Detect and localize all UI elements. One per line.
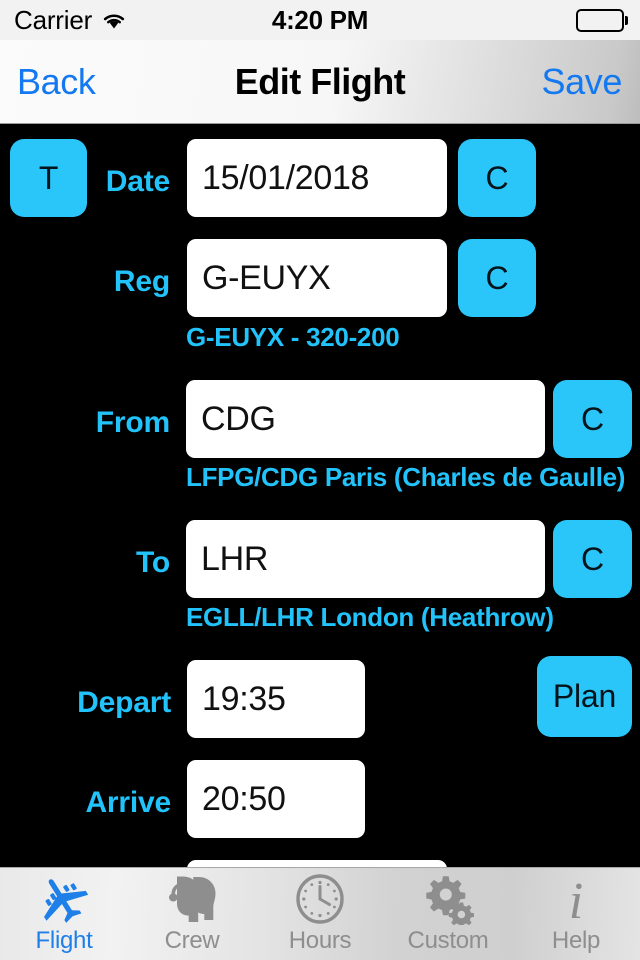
from-input[interactable]: CDG	[186, 380, 545, 458]
navigation-bar: Back Edit Flight Save	[0, 40, 640, 124]
arrive-value: 20:50	[202, 779, 286, 818]
from-airport-note: LFPG/CDG Paris (Charles de Gaulle)	[186, 462, 626, 492]
from-label: From	[95, 406, 170, 439]
status-bar-clock: 4:20 PM	[271, 4, 369, 35]
tab-help-label: Help	[551, 927, 601, 954]
date-label: Date	[105, 165, 170, 198]
depart-input[interactable]: 19:35	[187, 660, 365, 738]
tab-flight[interactable]: Flight	[0, 868, 128, 960]
depart-label: Depart	[77, 686, 171, 719]
tab-custom[interactable]: Custom	[384, 868, 512, 960]
to-input[interactable]: LHR	[186, 520, 545, 598]
tab-custom-label: Custom	[407, 927, 489, 954]
clock-icon	[291, 873, 349, 925]
from-clear-button[interactable]: C	[553, 380, 632, 458]
date-clear-button[interactable]: C	[458, 139, 536, 217]
tab-flight-label: Flight	[35, 927, 93, 954]
arrive-label: Arrive	[85, 786, 171, 819]
tab-hours[interactable]: Hours	[256, 868, 384, 960]
to-value: LHR	[201, 539, 269, 578]
reg-input[interactable]: G-EUYX	[187, 239, 447, 317]
depart-value: 19:35	[202, 679, 286, 718]
save-button[interactable]: Save	[542, 61, 623, 103]
plan-button[interactable]: Plan	[537, 656, 632, 737]
to-clear-button[interactable]: C	[553, 520, 632, 598]
to-airport-note: EGLL/LHR London (Heathrow)	[186, 602, 554, 632]
reg-aircraft-note: G-EUYX - 320-200	[186, 322, 400, 352]
crew-headset-icon	[163, 873, 221, 925]
status-bar-right	[576, 8, 628, 32]
tab-crew[interactable]: Crew	[128, 868, 256, 960]
info-i-icon: i	[547, 873, 605, 925]
date-input[interactable]: 15/01/2018	[187, 139, 447, 217]
battery-icon	[576, 8, 624, 32]
reg-label: Reg	[113, 265, 170, 298]
svg-text:i: i	[569, 873, 583, 925]
tab-hours-label: Hours	[288, 927, 352, 954]
tab-bar: Flight Crew Hours Custom i Help	[0, 867, 640, 960]
arrive-input[interactable]: 20:50	[187, 760, 365, 838]
status-bar: Carrier 4:20 PM	[0, 0, 640, 40]
next-field-partial[interactable]	[187, 860, 447, 867]
airplane-icon	[35, 873, 93, 925]
reg-value: G-EUYX	[202, 258, 331, 297]
reg-clear-button[interactable]: C	[458, 239, 536, 317]
gears-icon	[419, 873, 477, 925]
tab-help[interactable]: i Help	[512, 868, 640, 960]
date-value: 15/01/2018	[202, 158, 370, 197]
to-label: To	[135, 546, 170, 579]
edit-flight-form[interactable]: T Date 15/01/2018 C Reg G-EUYX C G-EUYX …	[0, 125, 640, 867]
from-value: CDG	[201, 399, 276, 438]
battery-cap-icon	[625, 15, 628, 25]
tab-crew-label: Crew	[164, 927, 220, 954]
